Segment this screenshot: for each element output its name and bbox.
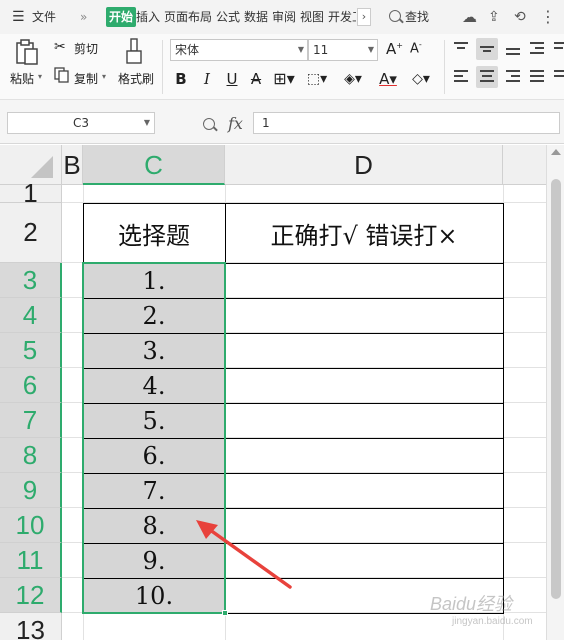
ribbon-divider <box>162 40 163 94</box>
watermark-logo: Baidu经验 jingyan.baidu.com <box>430 590 533 627</box>
chevron-down-icon: ▼ <box>367 45 374 54</box>
scissors-icon[interactable]: ✂ <box>54 39 66 55</box>
chevron-down-icon: ▼ <box>297 45 304 54</box>
tab-developer[interactable]: 开发工 <box>328 0 356 34</box>
zoom-icon[interactable] <box>203 118 215 130</box>
ribbon-divider <box>444 40 445 94</box>
tab-review[interactable]: 审阅 <box>272 0 296 34</box>
watermark-sub: jingyan.baidu.com <box>452 616 533 627</box>
row-header-2[interactable]: 2 <box>0 203 62 263</box>
indent-increase-icon[interactable] <box>554 42 564 56</box>
tab-page-layout[interactable]: 页面布局 <box>164 0 212 34</box>
decrease-font-icon[interactable]: A- <box>410 40 422 56</box>
underline-icon[interactable]: U <box>223 68 241 90</box>
ribbon: 粘贴 ▾ ✂ 剪切 复制 ▾ 格式刷 宋体 ▼ 11 ▼ A+ A- B I U… <box>0 34 564 100</box>
cell-reference: C3 <box>72 116 89 130</box>
format-painter-button[interactable]: 格式刷 <box>118 70 154 87</box>
row-header-8[interactable]: 8 <box>0 438 62 473</box>
align-right-icon[interactable] <box>506 70 522 86</box>
more-options-icon[interactable]: ⋮ <box>540 0 556 34</box>
paste-label[interactable]: 粘贴 <box>10 70 34 87</box>
formula-input[interactable]: 1 <box>253 112 560 134</box>
font-size-select[interactable]: 11 ▼ <box>308 39 378 61</box>
fill-handle[interactable] <box>222 610 228 616</box>
row-header-1[interactable]: 1 <box>0 178 62 208</box>
annotation-arrow <box>196 520 292 589</box>
menu-bar: ☰ 文件 » 开始 插入 页面布局 公式 数据 审阅 视图 开发工 › 查找 ☁… <box>0 0 564 34</box>
row-header-12[interactable]: 12 <box>0 578 62 613</box>
row-header-10[interactable]: 10 <box>0 508 62 543</box>
row-header-11[interactable]: 11 <box>0 543 62 578</box>
row-header-6[interactable]: 6 <box>0 368 62 403</box>
row-header-13[interactable]: 13 <box>0 613 62 640</box>
tab-view[interactable]: 视图 <box>300 0 324 34</box>
font-name-select[interactable]: 宋体 ▼ <box>170 39 308 61</box>
tab-insert[interactable]: 插入 <box>136 0 160 34</box>
tab-home[interactable]: 开始 <box>106 7 137 27</box>
fx-icon[interactable]: fx <box>228 114 243 133</box>
search-label[interactable]: 查找 <box>405 0 429 34</box>
font-color-icon[interactable]: A▾ <box>375 68 401 90</box>
table-border <box>503 203 504 614</box>
row-header-5[interactable]: 5 <box>0 333 62 368</box>
chevron-down-icon: ▼ <box>143 118 150 127</box>
fill-color-icon[interactable]: ◈▾ <box>340 68 366 90</box>
column-header-b[interactable]: B <box>62 145 83 185</box>
name-box[interactable]: C3 ▼ <box>7 112 155 134</box>
increase-font-icon[interactable]: A+ <box>386 40 403 58</box>
paste-dropdown-icon[interactable]: ▾ <box>38 72 42 81</box>
format-painter-icon[interactable] <box>124 38 144 66</box>
vertical-scrollbar[interactable] <box>546 145 564 640</box>
row-header-3[interactable]: 3 <box>0 263 62 298</box>
row-header-4[interactable]: 4 <box>0 298 62 333</box>
copy-icon[interactable] <box>54 67 70 83</box>
watermark-text: Baidu经验 <box>430 594 513 614</box>
search-icon[interactable] <box>389 10 401 22</box>
cell-d2[interactable]: 正确打√ 错误打× <box>225 203 503 263</box>
align-center-icon[interactable] <box>476 66 498 88</box>
copy-button[interactable]: 复制 <box>74 70 98 87</box>
tab-formulas[interactable]: 公式 <box>216 0 240 34</box>
column-header-e[interactable] <box>503 145 546 185</box>
copy-dropdown-icon[interactable]: ▾ <box>102 72 106 81</box>
italic-icon[interactable]: I <box>198 68 216 90</box>
row-header-7[interactable]: 7 <box>0 403 62 438</box>
column-header-c[interactable]: C <box>83 145 225 185</box>
cut-button[interactable]: 剪切 <box>74 40 98 57</box>
strikethrough-icon[interactable]: A <box>247 68 265 90</box>
font-size-value: 11 <box>313 43 329 57</box>
tab-data[interactable]: 数据 <box>244 0 268 34</box>
font-name-value: 宋体 <box>175 43 200 57</box>
borders-icon[interactable]: ⊞▾ <box>272 68 296 90</box>
distributed-icon[interactable] <box>554 70 564 86</box>
cell-c2[interactable]: 选择题 <box>83 203 225 263</box>
paste-icon[interactable] <box>14 38 40 66</box>
scroll-up-icon[interactable] <box>551 149 561 155</box>
spreadsheet-grid: B C D 1 2 3 4 5 6 7 8 9 10 11 12 13 选择题 正确打√ 错误打× 1.… <box>0 145 546 640</box>
align-bottom-icon[interactable] <box>506 42 522 56</box>
more-chevron-icon[interactable]: » <box>80 0 87 34</box>
indent-decrease-icon[interactable] <box>530 42 546 56</box>
bold-icon[interactable]: B <box>172 68 190 90</box>
align-middle-icon[interactable] <box>476 38 498 60</box>
share-icon[interactable]: ⇪ <box>488 0 500 34</box>
collaborate-icon[interactable]: ⟲ <box>514 0 526 34</box>
cloud-sync-icon[interactable]: ☁ <box>462 0 477 34</box>
align-top-icon[interactable] <box>454 42 470 56</box>
file-menu[interactable]: 文件 <box>32 0 56 34</box>
clear-format-icon[interactable]: ◇▾ <box>408 68 434 90</box>
justify-icon[interactable] <box>530 70 546 86</box>
scroll-thumb[interactable] <box>551 179 561 599</box>
align-left-icon[interactable] <box>454 70 470 86</box>
menu-icon[interactable]: ☰ <box>12 0 25 34</box>
column-header-d[interactable]: D <box>225 145 503 185</box>
tabs-scroll-right-button[interactable]: › <box>357 8 371 26</box>
cell-style-icon[interactable]: ⬚▾ <box>305 68 329 90</box>
row-header-9[interactable]: 9 <box>0 473 62 508</box>
